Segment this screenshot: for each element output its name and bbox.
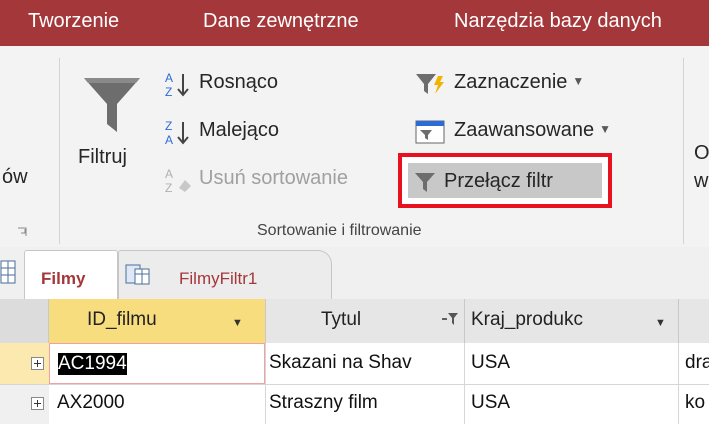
svg-text:A: A <box>165 167 173 181</box>
chevron-down-icon: ▼ <box>599 122 611 136</box>
column-dropdown-icon[interactable]: ▼ <box>655 317 666 329</box>
query-icon <box>125 264 150 285</box>
sort-ascending-label: Rosnąco <box>199 71 278 93</box>
filter-button-label: Filtruj <box>78 146 127 168</box>
table-icon <box>0 260 16 284</box>
svg-text:Z: Z <box>165 85 172 98</box>
ribbon-tab-bar: Tworzenie Dane zewnętrzne Narzędzia bazy… <box>0 0 709 46</box>
tab-filmy-label: Filmy <box>41 269 86 288</box>
cell-id-selected-text[interactable]: AC1994 <box>58 353 127 375</box>
column-dropdown-icon[interactable]: ▼ <box>232 317 243 329</box>
svg-text:A: A <box>165 133 173 146</box>
tab-filmyfiltr1-label: FilmyFiltr1 <box>179 269 258 288</box>
sort-descending-icon: Z A <box>165 119 189 146</box>
toggle-filter-button[interactable]: Przełącz filtr <box>398 153 612 208</box>
toggle-filter-pressed: Przełącz filtr <box>408 163 602 198</box>
cut-off-label: ów <box>2 166 28 188</box>
tab-tworzenie[interactable]: Tworzenie <box>28 10 119 33</box>
column-header-id-filmu[interactable]: ID_filmu ▼ <box>49 299 266 343</box>
row-divider <box>0 384 709 385</box>
group-label-sort-filter: Sortowanie i filtrowanie <box>257 222 422 239</box>
advanced-button[interactable]: Zaawansowane ▼ <box>414 116 684 146</box>
datasheet: ID_filmu ▼ Tytul Kraj_produkc ▼ AC1994 S… <box>0 299 709 424</box>
column-header-next[interactable] <box>679 299 709 343</box>
tab-filmy[interactable]: Filmy <box>24 250 118 300</box>
svg-text:Z: Z <box>165 119 172 133</box>
advanced-label: Zaawansowane ▼ <box>454 119 611 141</box>
advanced-filter-icon <box>415 120 445 144</box>
remove-sort-icon: A Z <box>165 167 191 194</box>
remove-sort-label: Usuń sortowanie <box>199 167 348 189</box>
cell-extra[interactable]: dra <box>685 352 709 374</box>
remove-sort-button: A Z Usuń sortowanie <box>163 164 393 194</box>
sort-descending-label: Malejąco <box>199 119 280 141</box>
select-all-corner[interactable] <box>0 299 49 343</box>
column-divider <box>265 343 266 424</box>
column-header-tytul[interactable]: Tytul <box>266 299 465 343</box>
group-separator <box>59 58 60 244</box>
chevron-down-icon: ▼ <box>572 74 585 88</box>
toggle-filter-label: Przełącz filtr <box>444 170 553 192</box>
ribbon: ów Filtruj A Z Rosnąco Z A Malejąco A Z <box>0 46 709 247</box>
tab-narzedzia-bazy-danych[interactable]: Narzędzia bazy danych <box>454 10 662 33</box>
cell-tytul[interactable]: Straszny film <box>269 392 464 414</box>
cell-id[interactable]: AX2000 <box>57 392 125 414</box>
sort-ascending-icon: A Z <box>165 71 189 98</box>
selection-button[interactable]: Zaznaczenie ▼ <box>414 68 664 98</box>
dialog-launcher-icon[interactable] <box>17 224 27 236</box>
tab-filmyfiltr1[interactable]: FilmyFiltr1 <box>118 250 332 299</box>
sort-ascending-button[interactable]: A Z Rosnąco <box>163 68 313 98</box>
tab-dane-zewnetrzne[interactable]: Dane zewnętrzne <box>203 10 359 33</box>
cell-kraj[interactable]: USA <box>471 392 510 414</box>
cell-extra[interactable]: ko <box>685 392 709 414</box>
column-header-label: Kraj_produkc <box>471 309 583 330</box>
column-divider <box>464 343 465 424</box>
cell-tytul[interactable]: Skazani na Shav <box>269 352 464 374</box>
column-header-label: ID_filmu <box>87 309 157 330</box>
filter-applied-icon[interactable] <box>441 312 459 326</box>
column-header-kraj-produkcji[interactable]: Kraj_produkc ▼ <box>465 299 679 343</box>
funnel-icon <box>415 173 435 192</box>
cut-off-label-top: O <box>694 142 709 164</box>
object-tab-bar: Filmy FilmyFiltr1 <box>0 247 709 300</box>
funnel-icon <box>84 78 140 132</box>
filter-button[interactable]: Filtruj <box>72 56 154 196</box>
column-divider <box>678 343 679 424</box>
cell-kraj[interactable]: USA <box>471 352 510 374</box>
expand-subdatasheet-icon[interactable] <box>31 357 44 370</box>
sort-descending-button[interactable]: Z A Malejąco <box>163 116 313 146</box>
table-cell-focused[interactable]: AC1994 <box>49 343 265 384</box>
group-separator <box>683 58 684 244</box>
expand-subdatasheet-icon[interactable] <box>31 397 44 410</box>
cut-off-label-bottom: ws <box>694 170 709 192</box>
svg-text:A: A <box>165 71 173 85</box>
svg-text:Z: Z <box>165 181 172 194</box>
selection-label: Zaznaczenie ▼ <box>454 71 585 93</box>
selection-filter-icon <box>416 74 444 94</box>
column-header-label: Tytul <box>321 309 362 330</box>
